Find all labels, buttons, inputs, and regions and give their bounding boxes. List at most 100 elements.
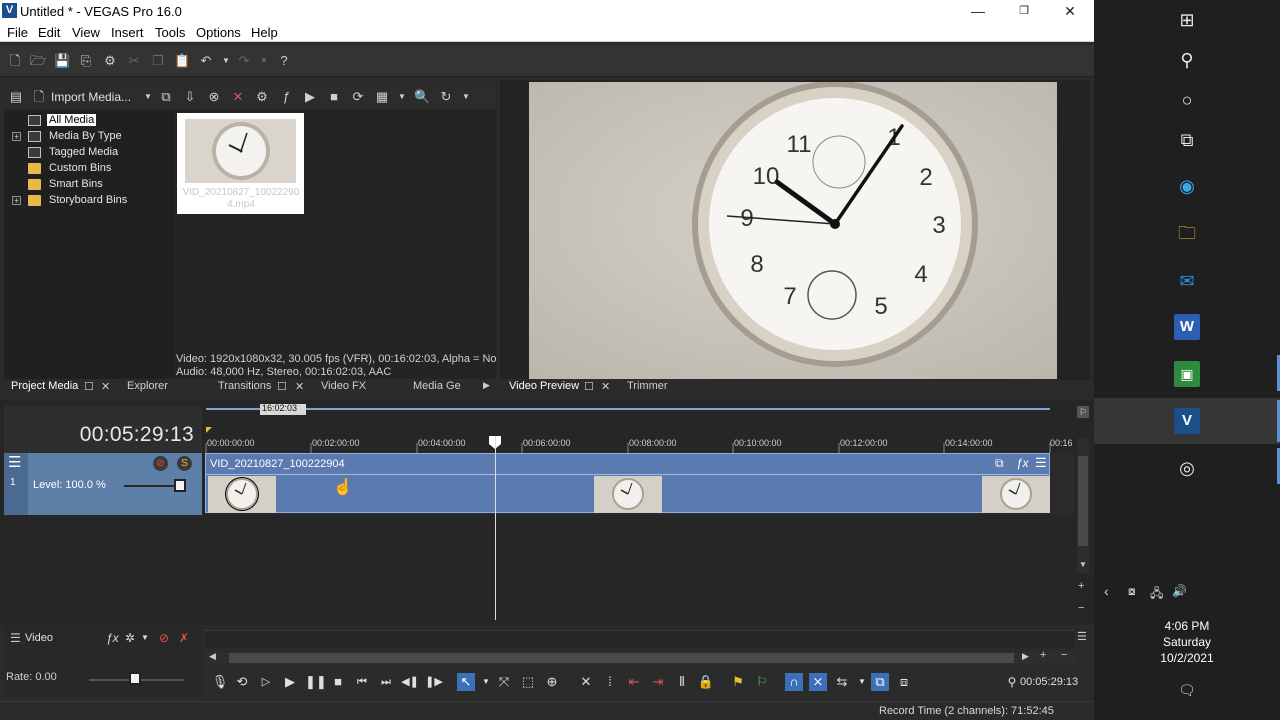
auto-ripple-icon[interactable]: ⇆ [833, 673, 851, 691]
show-hidden-icons-chevron-icon[interactable]: ‹ [1104, 583, 1109, 599]
search-icon[interactable]: ⚲ [1174, 47, 1200, 73]
tabs-scroll-right-icon[interactable]: ▶ [483, 380, 490, 391]
close-button[interactable]: ✕ [1047, 0, 1093, 22]
rate-slider-thumb[interactable] [129, 672, 141, 685]
video-clip[interactable]: VID_20210827_100222904 ⧉ ƒx ☰ [205, 453, 1050, 513]
redo-icon[interactable]: ↷ [236, 53, 252, 69]
task-view-icon[interactable]: ⧉ [1174, 127, 1200, 153]
previous-frame-icon[interactable]: ◀❚ [401, 673, 419, 691]
master-settings-icon[interactable]: ✲ [125, 631, 135, 645]
start-windows-icon[interactable]: ⊞ [1174, 7, 1200, 33]
tab-project-media[interactable]: Project Media [11, 380, 78, 395]
remove-unused-icon[interactable]: ⊗ [206, 89, 222, 105]
start-preview-icon[interactable]: ▶ [302, 89, 318, 105]
expand-icon[interactable]: + [12, 196, 21, 205]
import-media-button[interactable]: Import Media... [51, 90, 131, 104]
view-dropdown-icon[interactable]: ▼ [394, 89, 410, 105]
lock-icon[interactable]: 🔒 [697, 673, 715, 691]
tab-maximize-icon[interactable]: ☐ [277, 380, 287, 393]
auto-preview-icon[interactable]: ⟳ [350, 89, 366, 105]
stop-icon[interactable]: ■ [329, 673, 347, 691]
file-explorer-icon[interactable]: 🗀 [1174, 220, 1200, 246]
trim-icon[interactable]: ⁞ [601, 673, 619, 691]
snapping-icon[interactable]: ∩ [785, 673, 803, 691]
delete-icon[interactable]: ✕ [230, 89, 246, 105]
loop-region-marker[interactable]: 16:02:03 [262, 403, 297, 413]
redo-dropdown-icon[interactable]: ▼ [256, 53, 272, 69]
menu-view[interactable]: View [72, 25, 100, 40]
whats-this-help-icon[interactable]: ? [276, 53, 292, 69]
obs-icon[interactable]: ◎ [1174, 455, 1200, 481]
notifications-icon[interactable]: 🗨 [1178, 682, 1196, 699]
stop-preview-icon[interactable]: ■ [326, 89, 342, 105]
lane-menu-icon[interactable]: ☰ [1077, 630, 1087, 643]
ripple-dropdown-icon[interactable]: ▼ [853, 673, 871, 691]
thumbnail-view-icon[interactable]: ▦ [374, 89, 390, 105]
import-dropdown-icon[interactable]: ▼ [140, 89, 156, 105]
paste-icon[interactable]: 📋 [174, 53, 190, 69]
maximize-button[interactable]: ❐ [1001, 0, 1047, 22]
loop-playback-icon[interactable]: ⟲ [233, 673, 251, 691]
track-level-slider-thumb[interactable] [174, 479, 186, 492]
next-frame-icon[interactable]: ❚▶ [425, 673, 443, 691]
ignore-grouping-icon[interactable]: ⧈ [895, 673, 913, 691]
split-icon[interactable]: ⫴ [673, 673, 691, 691]
properties-gear-icon[interactable]: ⚙ [102, 53, 118, 69]
insert-marker-icon[interactable]: ⚑ [729, 673, 747, 691]
save-icon[interactable]: 💾 [54, 53, 70, 69]
trim-end-icon[interactable]: ⇥ [649, 673, 667, 691]
menu-insert[interactable]: Insert [111, 25, 144, 40]
scrollbar-thumb[interactable] [229, 653, 1014, 663]
master-collapse-icon[interactable]: ☰ [10, 631, 21, 645]
scroll-down-icon[interactable]: ▼ [1079, 560, 1087, 569]
tab-maximize-icon[interactable]: ☐ [584, 380, 594, 393]
media-thumbnail[interactable]: VID_20210827_100222904.mp4 [177, 113, 304, 214]
mail-icon[interactable]: ✉ [1174, 268, 1200, 294]
menu-file[interactable]: File [7, 25, 28, 40]
video-track-lane[interactable]: VID_20210827_100222904 ⧉ ƒx ☰ ☝ [205, 453, 1075, 515]
master-mute-icon[interactable]: ⊘ [159, 631, 169, 645]
open-folder-icon[interactable]: 🗁 [30, 53, 46, 69]
capture-icon[interactable]: ⧉ [158, 89, 174, 105]
tab-explorer[interactable]: Explorer [127, 380, 168, 395]
master-bypass-icon[interactable]: ✗ [179, 631, 189, 645]
media-views-icon[interactable]: ▤ [8, 89, 24, 105]
tab-media-generators[interactable]: Media Ge [413, 380, 461, 395]
media-fx-icon[interactable]: ƒ [278, 89, 294, 105]
network-icon[interactable]: 🖧 [1150, 584, 1163, 605]
undo-dropdown-icon[interactable]: ▼ [218, 53, 234, 69]
word-icon[interactable]: W [1174, 314, 1200, 340]
playhead-cursor[interactable] [495, 436, 496, 620]
zoom-out-vertical-icon[interactable]: − [1078, 602, 1084, 614]
get-media-icon[interactable]: ⇩ [182, 89, 198, 105]
tab-video-fx[interactable]: Video FX [321, 380, 366, 395]
vegas-taskbar-icon[interactable]: V [1174, 408, 1200, 434]
tab-close-icon[interactable]: ✕ [101, 380, 110, 393]
expand-icon[interactable]: + [12, 132, 21, 141]
minimize-button[interactable]: — [955, 0, 1001, 22]
copy-icon[interactable]: ❐ [150, 53, 166, 69]
envelope-tool-icon[interactable]: ⤧ [495, 673, 513, 691]
scroll-right-icon[interactable]: ▶ [1022, 651, 1029, 662]
marker-toggle-icon[interactable]: ⚐ [1077, 406, 1089, 418]
tab-video-preview[interactable]: Video Preview [509, 380, 579, 395]
clip-fx-icon[interactable]: ƒx [1016, 456, 1029, 470]
zoom-in-vertical-icon[interactable]: + [1078, 580, 1084, 592]
trim-start-icon[interactable]: ⇤ [625, 673, 643, 691]
selection-tool-icon[interactable]: ⬚ [519, 673, 537, 691]
new-project-icon[interactable]: 🗋 [7, 53, 23, 69]
tab-maximize-icon[interactable]: ☐ [84, 380, 94, 393]
tab-trimmer[interactable]: Trimmer [627, 380, 668, 395]
timeline-vertical-scrollbar[interactable]: ▼ [1077, 438, 1089, 573]
refresh-dropdown-icon[interactable]: ▼ [458, 89, 474, 105]
horizontal-scrollbar[interactable]: ◀ ▶ + − [205, 649, 1075, 664]
refresh-icon[interactable]: ↻ [438, 89, 454, 105]
scrollbar-thumb[interactable] [1078, 456, 1088, 546]
edit-tool-dropdown-icon[interactable]: ▼ [477, 673, 495, 691]
pan-crop-icon[interactable]: ⧉ [995, 456, 1004, 471]
timeline-ruler[interactable]: 16:02:03 00:00:00:00 00:02:00:00 00:04:0… [205, 403, 1075, 453]
normal-edit-tool-icon[interactable]: ↖ [457, 673, 475, 691]
go-to-start-icon[interactable]: ⏮ [353, 673, 371, 691]
render-icon[interactable]: ⎘ [78, 53, 94, 69]
play-icon[interactable]: ▶ [281, 673, 299, 691]
